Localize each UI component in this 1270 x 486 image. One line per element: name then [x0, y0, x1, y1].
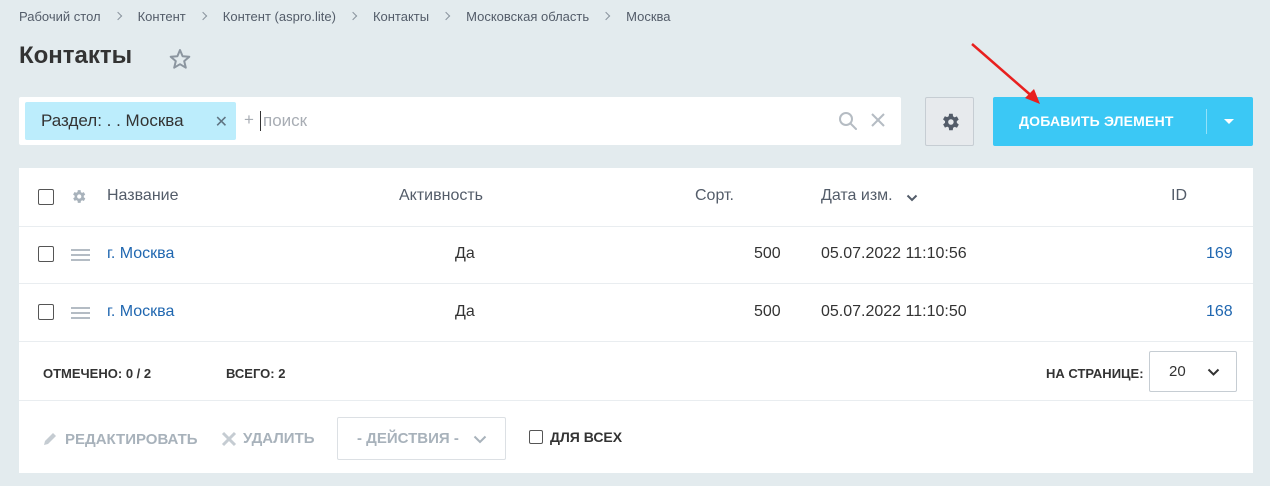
select-all-checkbox[interactable] — [38, 189, 54, 205]
breadcrumb-item-desktop[interactable]: Рабочий стол — [19, 9, 101, 24]
checkbox[interactable] — [529, 430, 543, 444]
add-element-label: ДОБАВИТЬ ЭЛЕМЕНТ — [1019, 113, 1174, 129]
filter-plus: + — [244, 110, 254, 129]
checked-label: ОТМЕЧЕНО: — [43, 366, 123, 381]
row-date: 05.07.2022 11:10:56 — [821, 245, 967, 262]
row-id-link[interactable]: 168 — [1206, 303, 1233, 321]
gear-icon — [942, 113, 959, 130]
breadcrumb-item-contacts[interactable]: Контакты — [373, 9, 429, 24]
settings-button[interactable] — [925, 97, 974, 146]
column-header-active[interactable]: Активность — [399, 187, 483, 205]
breadcrumb-item-moscow-region[interactable]: Московская область — [466, 9, 589, 24]
column-header-sort[interactable]: Сорт. — [695, 187, 734, 205]
chevron-down-icon — [473, 435, 487, 444]
row-sort: 500 — [754, 245, 781, 262]
checked-counter: ОТМЕЧЕНО: 0 / 2 — [43, 366, 151, 381]
close-icon[interactable]: ✕ — [215, 112, 228, 132]
gear-icon[interactable] — [70, 188, 87, 205]
for-all-checkbox[interactable]: ДЛЯ ВСЕХ — [529, 429, 622, 445]
search-input[interactable] — [263, 106, 823, 136]
per-page-value: 20 — [1169, 363, 1186, 380]
row-active: Да — [455, 303, 475, 320]
total-value: 2 — [278, 366, 286, 381]
row-active: Да — [455, 245, 475, 262]
chevron-down-icon — [1207, 368, 1220, 376]
per-page-select[interactable]: 20 — [1149, 351, 1237, 392]
chevron-right-icon — [113, 11, 122, 21]
filter-tag[interactable]: Раздел: . . Москва ✕ — [25, 102, 236, 140]
chevron-right-icon — [601, 11, 611, 21]
text-caret — [260, 111, 261, 131]
row-name-link[interactable]: г. Москва — [107, 303, 174, 321]
per-page-label: НА СТРАНИЦЕ: — [1046, 366, 1144, 381]
row-checkbox[interactable] — [38, 304, 54, 320]
column-header-name[interactable]: Название — [107, 187, 179, 205]
edit-label: РЕДАКТИРОВАТЬ — [65, 430, 198, 448]
close-icon — [221, 431, 237, 446]
chevron-right-icon — [198, 11, 208, 21]
table-row[interactable]: г. Москва Да 500 05.07.2022 11:10:50 168 — [19, 284, 1253, 342]
actions-select-value: - ДЕЙСТВИЯ - — [357, 430, 459, 447]
table-header: Название Активность Сорт. Дата изм. ID — [19, 168, 1253, 227]
row-sort: 500 — [754, 303, 781, 320]
total-label: ВСЕГО: — [226, 366, 275, 381]
page-title: Контакты — [19, 42, 133, 69]
checked-value: 0 / 2 — [125, 366, 152, 381]
drag-handle-icon[interactable] — [71, 307, 90, 319]
star-icon[interactable] — [168, 47, 192, 71]
breadcrumb-item-moscow[interactable]: Москва — [626, 9, 670, 24]
filter-search-box[interactable]: Раздел: . . Москва ✕ + — [19, 97, 901, 145]
action-panel: РЕДАКТИРОВАТЬ УДАЛИТЬ - ДЕЙСТВИЯ - ДЛЯ В… — [19, 401, 1253, 473]
for-all-label: ДЛЯ ВСЕХ — [550, 429, 623, 445]
actions-select[interactable]: - ДЕЙСТВИЯ - — [337, 417, 506, 460]
chevron-down-icon[interactable] — [906, 194, 918, 202]
caret-down-icon — [1224, 119, 1234, 124]
column-header-date[interactable]: Дата изм. — [821, 187, 893, 205]
row-id-link[interactable]: 169 — [1206, 245, 1233, 263]
add-element-button[interactable]: ДОБАВИТЬ ЭЛЕМЕНТ — [993, 97, 1253, 146]
delete-button[interactable]: УДАЛИТЬ — [221, 430, 315, 447]
drag-handle-icon[interactable] — [71, 249, 90, 261]
table-row[interactable]: г. Москва Да 500 05.07.2022 11:10:56 169 — [19, 227, 1253, 284]
elements-grid: Название Активность Сорт. Дата изм. ID г… — [19, 168, 1253, 473]
column-header-id[interactable]: ID — [1171, 187, 1187, 205]
row-name-link[interactable]: г. Москва — [107, 245, 174, 263]
total-counter: ВСЕГО: 2 — [226, 366, 285, 381]
filter-tag-label: Раздел: . . Москва — [41, 111, 184, 130]
close-icon[interactable] — [870, 112, 886, 128]
edit-button[interactable]: РЕДАКТИРОВАТЬ — [41, 430, 198, 448]
row-checkbox[interactable] — [38, 246, 54, 262]
breadcrumb-item-content-aspro[interactable]: Контент (aspro.lite) — [223, 9, 336, 24]
breadcrumb-item-content[interactable]: Контент — [138, 9, 186, 24]
add-element-dropdown[interactable] — [1207, 97, 1253, 146]
delete-label: УДАЛИТЬ — [243, 430, 315, 447]
grid-footer: ОТМЕЧЕНО: 0 / 2 ВСЕГО: 2 НА СТРАНИЦЕ: — [19, 342, 1253, 401]
breadcrumb: Рабочий стол Контент Контент (aspro.lite… — [19, 7, 671, 25]
row-date: 05.07.2022 11:10:50 — [821, 303, 967, 320]
search-icon[interactable] — [838, 111, 858, 131]
chevron-right-icon — [348, 11, 358, 21]
chevron-right-icon — [441, 11, 451, 21]
pencil-icon — [44, 433, 56, 445]
